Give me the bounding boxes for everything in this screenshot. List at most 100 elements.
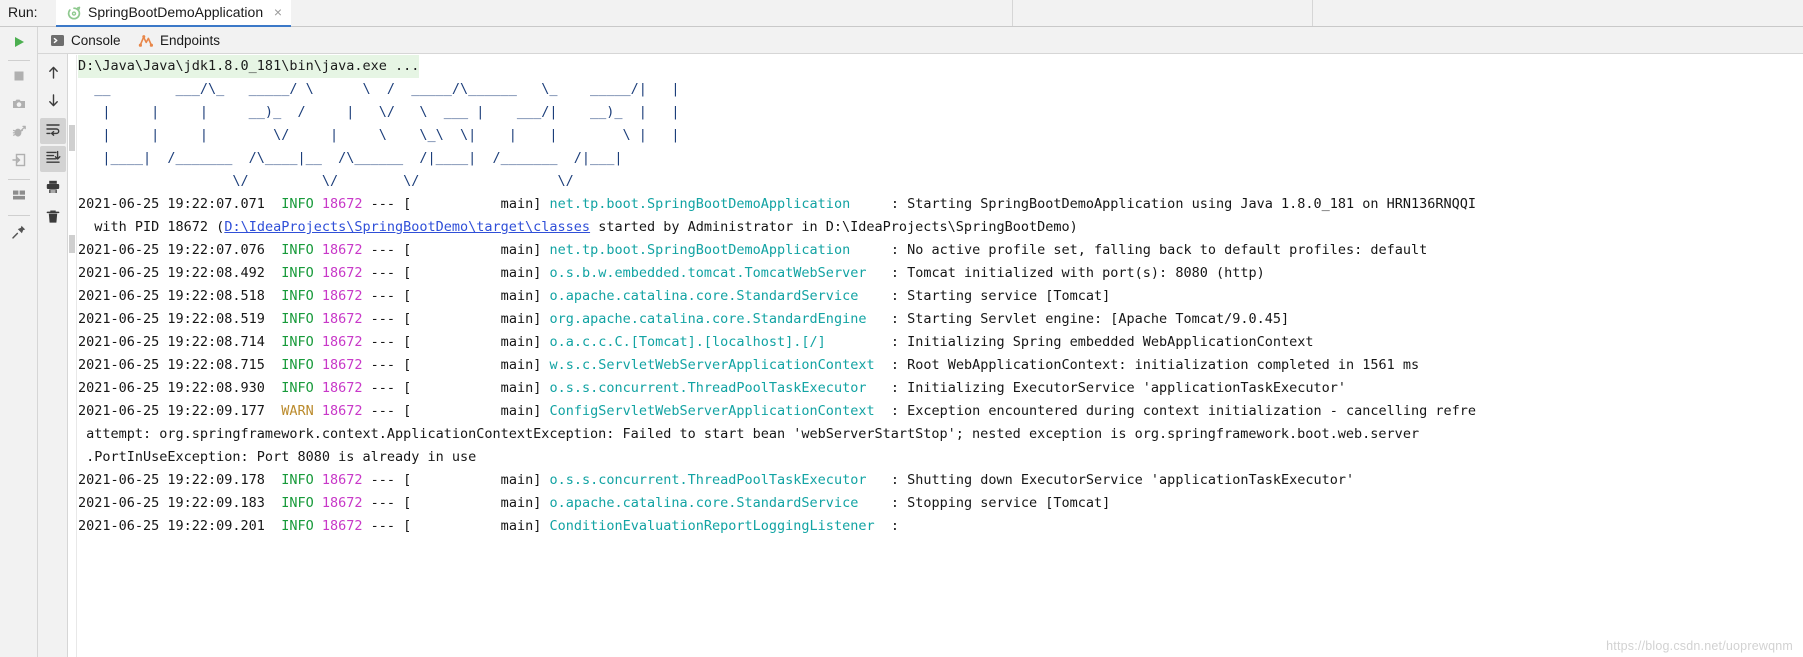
log-line: 2021-06-25 19:22:08.930 INFO 18672 --- [… xyxy=(78,380,1346,396)
endpoints-icon xyxy=(138,33,154,48)
run-configuration-tab[interactable]: SpringBootDemoApplication × xyxy=(56,0,291,27)
log-level: INFO xyxy=(281,242,314,258)
intellij-run-tool-window: Run: SpringBootDemoApplication × Console… xyxy=(0,0,1803,657)
spring-banner-line: |____| /_______ /\____|__ /\______ /|___… xyxy=(78,150,623,166)
log-line: 2021-06-25 19:22:09.177 WARN 18672 --- [… xyxy=(78,403,1477,419)
scroll-to-end-button[interactable] xyxy=(40,146,66,172)
log-pid: 18672 xyxy=(321,196,363,212)
rerun-button[interactable] xyxy=(6,31,32,57)
log-thread: main] xyxy=(411,495,542,511)
log-line: 2021-06-25 19:22:09.201 INFO 18672 --- [… xyxy=(78,518,899,534)
screenshot-button[interactable] xyxy=(6,93,32,119)
log-pid: 18672 xyxy=(321,518,363,534)
log-timestamp: 2021-06-25 19:22:08.492 xyxy=(78,265,265,281)
log-line: 2021-06-25 19:22:09.183 INFO 18672 --- [… xyxy=(78,495,1111,511)
spring-banner-line: __ ___/\_ _____/ \ \ / _____/\______ \_ … xyxy=(78,81,680,97)
log-message: : Initializing ExecutorService 'applicat… xyxy=(890,380,1346,396)
tab-console[interactable]: Console xyxy=(50,27,121,54)
log-line: 2021-06-25 19:22:07.071 INFO 18672 --- [… xyxy=(78,196,1477,212)
toolbar-divider-2 xyxy=(8,179,30,180)
tab-endpoints[interactable]: Endpoints xyxy=(138,27,220,54)
run-actions-toolbar xyxy=(0,27,38,657)
log-pid: 18672 xyxy=(321,242,363,258)
log-line: 2021-06-25 19:22:09.178 INFO 18672 --- [… xyxy=(78,472,1355,488)
log-thread: main] xyxy=(411,334,542,350)
log-message: : Shutting down ExecutorService 'applica… xyxy=(890,472,1355,488)
log-pid: 18672 xyxy=(321,357,363,373)
log-level: INFO xyxy=(281,311,314,327)
log-message: : No active profile set, falling back to… xyxy=(890,242,1428,258)
log-level: INFO xyxy=(281,472,314,488)
log-logger: o.a.c.c.C.[Tomcat].[localhost].[/] xyxy=(549,334,826,350)
log-continuation-line: with PID 18672 (D:\IdeaProjects\SpringBo… xyxy=(78,219,1078,235)
debug-button[interactable] xyxy=(6,121,32,147)
log-message: : Initializing Spring embedded WebApplic… xyxy=(890,334,1314,350)
log-thread: main] xyxy=(411,357,542,373)
clear-all-button[interactable] xyxy=(40,206,66,232)
log-thread: main] xyxy=(411,265,542,281)
soft-wrap-button[interactable] xyxy=(40,118,66,144)
log-logger: o.s.s.concurrent.ThreadPoolTaskExecutor xyxy=(549,472,867,488)
scroll-up-button[interactable] xyxy=(40,62,66,88)
log-continuation-line: attempt: org.springframework.context.App… xyxy=(78,426,1420,442)
scroll-end-icon xyxy=(45,149,61,170)
log-message: : xyxy=(890,518,899,534)
printer-icon xyxy=(45,179,61,200)
close-icon[interactable]: × xyxy=(274,4,282,21)
log-logger: o.s.b.w.embedded.tomcat.TomcatWebServer xyxy=(549,265,867,281)
gutter-marker xyxy=(69,235,75,253)
log-logger: o.apache.catalina.core.StandardService xyxy=(549,495,859,511)
console-command-line: D:\Java\Java\jdk1.8.0_181\bin\java.exe .… xyxy=(78,55,1803,78)
play-icon xyxy=(12,35,26,54)
log-message: : Starting SpringBootDemoApplication usi… xyxy=(890,196,1477,212)
scroll-down-button[interactable] xyxy=(40,90,66,116)
trash-icon xyxy=(45,209,61,230)
spring-banner-line: | | | \/ | \ \_\ \| | | \ | | xyxy=(78,127,680,143)
log-logger: o.s.s.concurrent.ThreadPoolTaskExecutor xyxy=(549,380,867,396)
export-icon xyxy=(11,152,27,173)
stop-button[interactable] xyxy=(6,65,32,91)
log-timestamp: 2021-06-25 19:22:09.177 xyxy=(78,403,265,419)
log-message: : Root WebApplicationContext: initializa… xyxy=(890,357,1420,373)
console-actions-toolbar xyxy=(38,54,68,657)
log-pid: 18672 xyxy=(321,403,363,419)
toolbar-divider-1 xyxy=(8,60,30,61)
log-level: INFO xyxy=(281,334,314,350)
export-button[interactable] xyxy=(6,149,32,175)
log-message: : Exception encountered during context i… xyxy=(890,403,1477,419)
log-timestamp: 2021-06-25 19:22:07.071 xyxy=(78,196,265,212)
camera-icon xyxy=(11,96,27,117)
log-level: INFO xyxy=(281,495,314,511)
log-level: INFO xyxy=(281,265,314,281)
tab-endpoints-label: Endpoints xyxy=(160,33,221,48)
print-button[interactable] xyxy=(40,176,66,202)
log-logger: org.apache.catalina.core.StandardEngine xyxy=(549,311,867,327)
log-line: 2021-06-25 19:22:08.715 INFO 18672 --- [… xyxy=(78,357,1420,373)
runbar-segment-1 xyxy=(291,0,1013,26)
console-icon xyxy=(50,33,65,48)
classpath-link[interactable]: D:\IdeaProjects\SpringBootDemo\target\cl… xyxy=(224,219,590,235)
log-logger: w.s.c.ServletWebServerApplicationContext xyxy=(549,357,875,373)
log-timestamp: 2021-06-25 19:22:08.519 xyxy=(78,311,265,327)
log-level: WARN xyxy=(281,403,314,419)
log-level: INFO xyxy=(281,380,314,396)
log-message: : Tomcat initialized with port(s): 8080 … xyxy=(890,265,1265,281)
log-line: 2021-06-25 19:22:08.518 INFO 18672 --- [… xyxy=(78,288,1111,304)
log-pid: 18672 xyxy=(321,311,363,327)
log-line: 2021-06-25 19:22:08.492 INFO 18672 --- [… xyxy=(78,265,1265,281)
log-level: INFO xyxy=(281,288,314,304)
log-level: INFO xyxy=(281,357,314,373)
spring-banner-line: \/ \/ \/ \/ xyxy=(78,173,574,189)
stop-icon xyxy=(12,69,26,88)
log-thread: main] xyxy=(411,311,542,327)
log-thread: main] xyxy=(411,403,542,419)
watermark: https://blog.csdn.net/uoprewqnm xyxy=(1606,639,1793,653)
console-output-panel[interactable]: D:\Java\Java\jdk1.8.0_181\bin\java.exe .… xyxy=(68,55,1803,657)
log-level: INFO xyxy=(281,196,314,212)
log-pid: 18672 xyxy=(321,334,363,350)
layout-button[interactable] xyxy=(6,184,32,210)
log-thread: main] xyxy=(411,518,542,534)
log-timestamp: 2021-06-25 19:22:08.518 xyxy=(78,288,265,304)
arrow-up-icon xyxy=(46,65,61,85)
pin-button[interactable] xyxy=(6,221,32,247)
